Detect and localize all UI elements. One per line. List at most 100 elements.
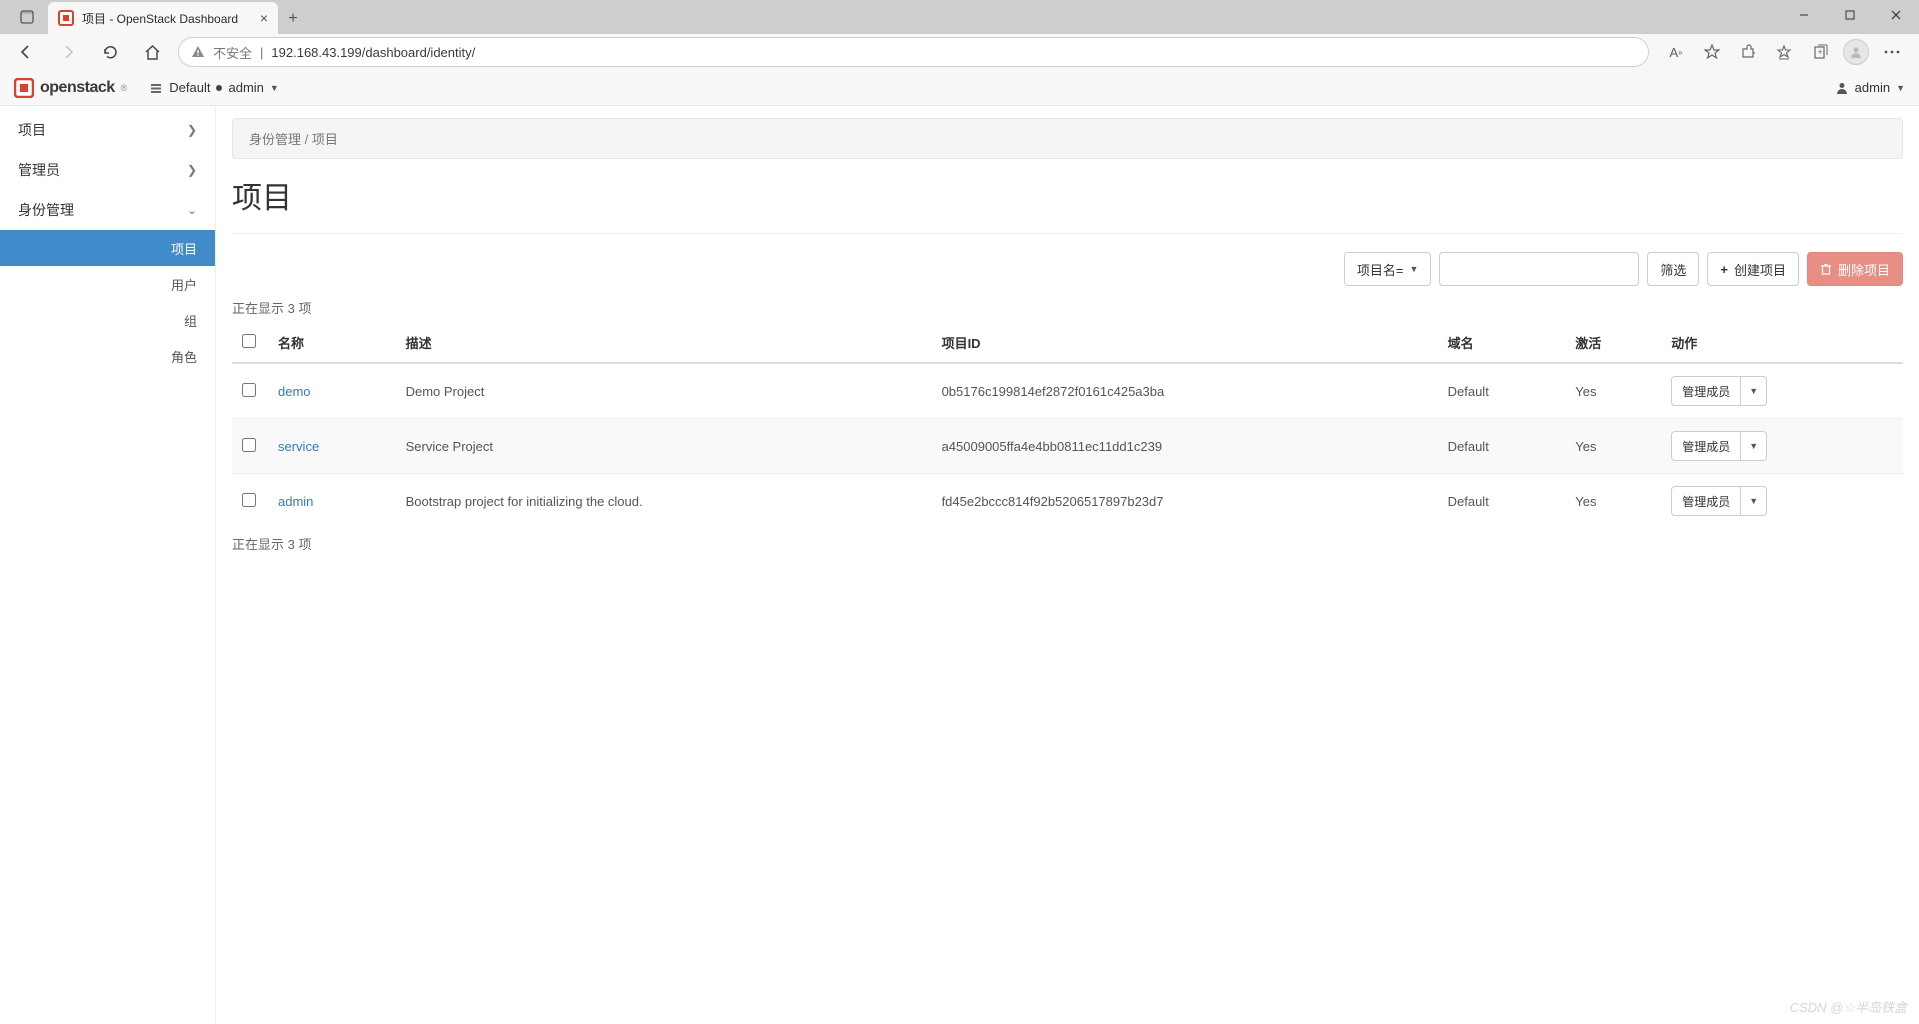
close-window-button[interactable] bbox=[1873, 0, 1919, 30]
row-actions-dropdown[interactable]: ▼ bbox=[1741, 486, 1767, 516]
row-checkbox[interactable] bbox=[242, 493, 256, 507]
reload-button[interactable] bbox=[94, 36, 126, 68]
openstack-favicon-icon bbox=[58, 10, 74, 26]
forward-button[interactable] bbox=[52, 36, 84, 68]
cell-domain: Default bbox=[1438, 363, 1566, 419]
user-icon bbox=[1835, 81, 1849, 95]
insecure-label: 不安全 bbox=[213, 43, 252, 62]
favorites-bar-icon[interactable] bbox=[1767, 36, 1801, 68]
url-text: 192.168.43.199/dashboard/identity/ bbox=[271, 45, 475, 60]
col-id[interactable]: 项目ID bbox=[932, 323, 1438, 363]
col-active[interactable]: 激活 bbox=[1565, 323, 1661, 363]
chevron-down-icon: ▼ bbox=[1749, 386, 1758, 396]
col-desc[interactable]: 描述 bbox=[396, 323, 932, 363]
openstack-logo[interactable]: openstack® bbox=[14, 78, 127, 98]
watermark: CSDN @☆半岛铁盒 bbox=[1790, 997, 1907, 1016]
close-icon[interactable]: × bbox=[260, 10, 268, 26]
window-controls bbox=[1781, 0, 1919, 30]
new-tab-button[interactable]: + bbox=[278, 4, 308, 34]
page-title: 项目 bbox=[232, 173, 1903, 217]
tab-list-icon[interactable] bbox=[6, 0, 48, 34]
more-icon[interactable] bbox=[1875, 36, 1909, 68]
col-name[interactable]: 名称 bbox=[268, 323, 396, 363]
filter-button[interactable]: 筛选 bbox=[1647, 252, 1699, 286]
filter-input[interactable] bbox=[1439, 252, 1639, 286]
display-count-top: 正在显示 3 项 bbox=[232, 298, 1903, 317]
cell-domain: Default bbox=[1438, 419, 1566, 474]
sidebar-sub-projects[interactable]: 项目 bbox=[0, 230, 215, 266]
brand-text: openstack bbox=[40, 79, 115, 97]
tab-title: 项目 - OpenStack Dashboard bbox=[82, 10, 238, 27]
cell-active: Yes bbox=[1565, 419, 1661, 474]
project-label: admin bbox=[228, 80, 263, 95]
manage-members-button[interactable]: 管理成员 bbox=[1671, 376, 1741, 406]
chevron-down-icon: ▼ bbox=[270, 83, 279, 93]
cell-id: a45009005ffa4e4bb0811ec11dd1c239 bbox=[932, 419, 1438, 474]
select-all-checkbox[interactable] bbox=[242, 334, 256, 348]
address-bar: 不安全 | 192.168.43.199/dashboard/identity/… bbox=[0, 34, 1919, 70]
insecure-icon bbox=[191, 45, 205, 59]
svg-text:+: + bbox=[1818, 47, 1823, 57]
chevron-down-icon: ▼ bbox=[1409, 264, 1418, 274]
project-name-link[interactable]: demo bbox=[278, 384, 311, 399]
browser-chrome: 项目 - OpenStack Dashboard × + 不安全 | 192.1… bbox=[0, 0, 1919, 70]
read-aloud-icon[interactable]: A» bbox=[1659, 36, 1693, 68]
minimize-button[interactable] bbox=[1781, 0, 1827, 30]
sidebar: 项目 ❯ 管理员 ❯ 身份管理 ⌄ 项目 用户 组 角色 bbox=[0, 106, 216, 1024]
chevron-down-icon: ▼ bbox=[1896, 83, 1905, 93]
col-actions: 动作 bbox=[1661, 323, 1903, 363]
browser-tab-active[interactable]: 项目 - OpenStack Dashboard × bbox=[48, 2, 278, 34]
sidebar-label: 项目 bbox=[18, 120, 46, 140]
sidebar-label: 管理员 bbox=[18, 160, 60, 180]
back-button[interactable] bbox=[10, 36, 42, 68]
domain-label: Default bbox=[169, 80, 210, 95]
manage-members-button[interactable]: 管理成员 bbox=[1671, 431, 1741, 461]
cell-active: Yes bbox=[1565, 363, 1661, 419]
cell-id: fd45e2bccc814f92b5206517897b23d7 bbox=[932, 474, 1438, 529]
sidebar-item-admin[interactable]: 管理员 ❯ bbox=[0, 150, 215, 190]
table-row: demo Demo Project0b5176c199814ef2872f0161… bbox=[232, 363, 1903, 419]
sidebar-item-project[interactable]: 项目 ❯ bbox=[0, 110, 215, 150]
chevron-right-icon: ❯ bbox=[187, 123, 197, 137]
tab-bar: 项目 - OpenStack Dashboard × + bbox=[0, 0, 1919, 34]
create-project-button[interactable]: + 创建项目 bbox=[1707, 252, 1799, 286]
sidebar-sub-users[interactable]: 用户 bbox=[0, 266, 215, 302]
col-domain[interactable]: 域名 bbox=[1438, 323, 1566, 363]
row-checkbox[interactable] bbox=[242, 438, 256, 452]
row-checkbox[interactable] bbox=[242, 383, 256, 397]
chevron-right-icon: ❯ bbox=[187, 163, 197, 177]
breadcrumb-current: 项目 bbox=[312, 132, 338, 147]
table-row: admin Bootstrap project for initializing … bbox=[232, 474, 1903, 529]
chevron-down-icon: ▼ bbox=[1749, 441, 1758, 451]
sidebar-sub-groups[interactable]: 组 bbox=[0, 302, 215, 338]
url-input[interactable]: 不安全 | 192.168.43.199/dashboard/identity/ bbox=[178, 37, 1649, 67]
extensions-icon[interactable] bbox=[1731, 36, 1765, 68]
profile-button[interactable] bbox=[1839, 36, 1873, 68]
sidebar-sub-roles[interactable]: 角色 bbox=[0, 338, 215, 374]
favorite-icon[interactable] bbox=[1695, 36, 1729, 68]
user-menu[interactable]: admin ▼ bbox=[1835, 80, 1905, 95]
breadcrumb-parent[interactable]: 身份管理 bbox=[249, 132, 301, 147]
row-actions-dropdown[interactable]: ▼ bbox=[1741, 431, 1767, 461]
cell-desc: Demo Project bbox=[396, 363, 932, 419]
cell-active: Yes bbox=[1565, 474, 1661, 529]
collections-icon[interactable]: + bbox=[1803, 36, 1837, 68]
maximize-button[interactable] bbox=[1827, 0, 1873, 30]
row-actions-dropdown[interactable]: ▼ bbox=[1741, 376, 1767, 406]
cell-desc: Bootstrap project for initializing the c… bbox=[396, 474, 932, 529]
project-name-link[interactable]: service bbox=[278, 439, 319, 454]
sidebar-item-identity[interactable]: 身份管理 ⌄ bbox=[0, 190, 215, 230]
delete-project-button[interactable]: 删除项目 bbox=[1807, 252, 1903, 286]
bullet-icon bbox=[216, 85, 222, 91]
main-content: 身份管理 / 项目 项目 项目名= ▼ 筛选 + 创建项目 删除项目 正在显示 … bbox=[216, 106, 1919, 1024]
plus-icon: + bbox=[1720, 262, 1728, 277]
manage-members-button[interactable]: 管理成员 bbox=[1671, 486, 1741, 516]
cell-domain: Default bbox=[1438, 474, 1566, 529]
openstack-logo-icon bbox=[14, 78, 34, 98]
sidebar-label: 身份管理 bbox=[18, 200, 74, 220]
filter-field-dropdown[interactable]: 项目名= ▼ bbox=[1344, 252, 1432, 286]
cell-id: 0b5176c199814ef2872f0161c425a3ba bbox=[932, 363, 1438, 419]
project-name-link[interactable]: admin bbox=[278, 494, 313, 509]
domain-project-selector[interactable]: Default admin ▼ bbox=[149, 80, 279, 95]
home-button[interactable] bbox=[136, 36, 168, 68]
